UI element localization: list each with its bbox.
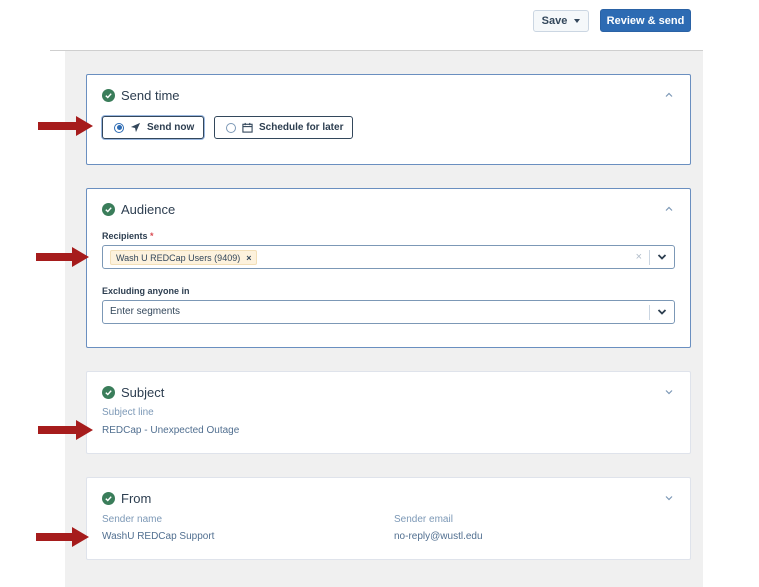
subject-header[interactable]: Subject bbox=[102, 385, 164, 400]
recipients-select[interactable]: Wash U REDCap Users (9409) × × bbox=[102, 245, 675, 269]
check-circle-icon bbox=[102, 89, 115, 102]
send-now-radio[interactable] bbox=[114, 122, 124, 133]
select-separator bbox=[649, 305, 650, 320]
check-circle-icon bbox=[102, 203, 115, 216]
chevron-down-icon[interactable] bbox=[665, 494, 673, 502]
annotation-arrow-icon bbox=[36, 247, 89, 267]
from-title: From bbox=[121, 491, 152, 506]
recipients-label: Recipients * bbox=[102, 231, 154, 241]
subject-line-value: REDCap - Unexpected Outage bbox=[102, 425, 240, 436]
paper-plane-icon bbox=[130, 122, 141, 133]
required-mark: * bbox=[150, 231, 154, 241]
review-send-label: Review & send bbox=[606, 14, 685, 27]
sender-name-value: WashU REDCap Support bbox=[102, 531, 215, 542]
remove-tag-icon[interactable]: × bbox=[246, 253, 251, 263]
send-time-title: Send time bbox=[121, 88, 180, 103]
annotation-arrow-icon bbox=[36, 527, 89, 547]
schedule-later-radio[interactable] bbox=[226, 122, 236, 133]
schedule-later-option[interactable]: Schedule for later bbox=[214, 116, 353, 139]
subject-line-label: Subject line bbox=[102, 407, 154, 418]
save-button[interactable]: Save bbox=[533, 10, 589, 32]
excluding-label: Excluding anyone in bbox=[102, 286, 190, 296]
review-send-button[interactable]: Review & send bbox=[600, 9, 691, 32]
caret-down-icon bbox=[574, 19, 581, 23]
annotation-arrow-icon bbox=[38, 420, 93, 440]
send-time-header[interactable]: Send time bbox=[102, 88, 180, 103]
chevron-down-icon[interactable] bbox=[657, 253, 667, 261]
recipient-tag: Wash U REDCap Users (9409) × bbox=[110, 250, 258, 265]
chevron-down-icon[interactable] bbox=[657, 308, 667, 316]
send-now-option[interactable]: Send now bbox=[102, 116, 204, 139]
select-separator bbox=[649, 250, 650, 265]
excluding-placeholder: Enter segments bbox=[110, 306, 181, 317]
send-now-label: Send now bbox=[147, 122, 195, 133]
chevron-up-icon[interactable] bbox=[665, 205, 673, 213]
check-circle-icon bbox=[102, 492, 115, 505]
sender-email-label: Sender email bbox=[394, 514, 453, 525]
save-button-label: Save bbox=[541, 15, 568, 27]
top-toolbar: Save Review & send bbox=[0, 0, 759, 52]
excluding-select[interactable]: Enter segments bbox=[102, 300, 675, 324]
sender-email-value: no-reply@wustl.edu bbox=[394, 531, 483, 542]
check-circle-icon bbox=[102, 386, 115, 399]
from-header[interactable]: From bbox=[102, 491, 151, 506]
audience-title: Audience bbox=[121, 202, 176, 217]
subject-title: Subject bbox=[121, 385, 165, 400]
sender-name-label: Sender name bbox=[102, 514, 163, 525]
schedule-later-label: Schedule for later bbox=[259, 122, 344, 133]
chevron-down-icon[interactable] bbox=[665, 388, 673, 396]
subject-card[interactable]: Subject bbox=[86, 371, 691, 454]
from-card[interactable]: From bbox=[86, 477, 691, 560]
recipient-tag-label: Wash U REDCap Users (9409) bbox=[116, 252, 241, 263]
audience-header[interactable]: Audience bbox=[102, 202, 175, 217]
recipients-label-text: Recipients bbox=[102, 231, 148, 241]
calendar-icon bbox=[242, 122, 253, 133]
chevron-up-icon[interactable] bbox=[665, 91, 673, 99]
annotation-arrow-icon bbox=[38, 116, 93, 136]
clear-icon[interactable]: × bbox=[636, 251, 642, 263]
